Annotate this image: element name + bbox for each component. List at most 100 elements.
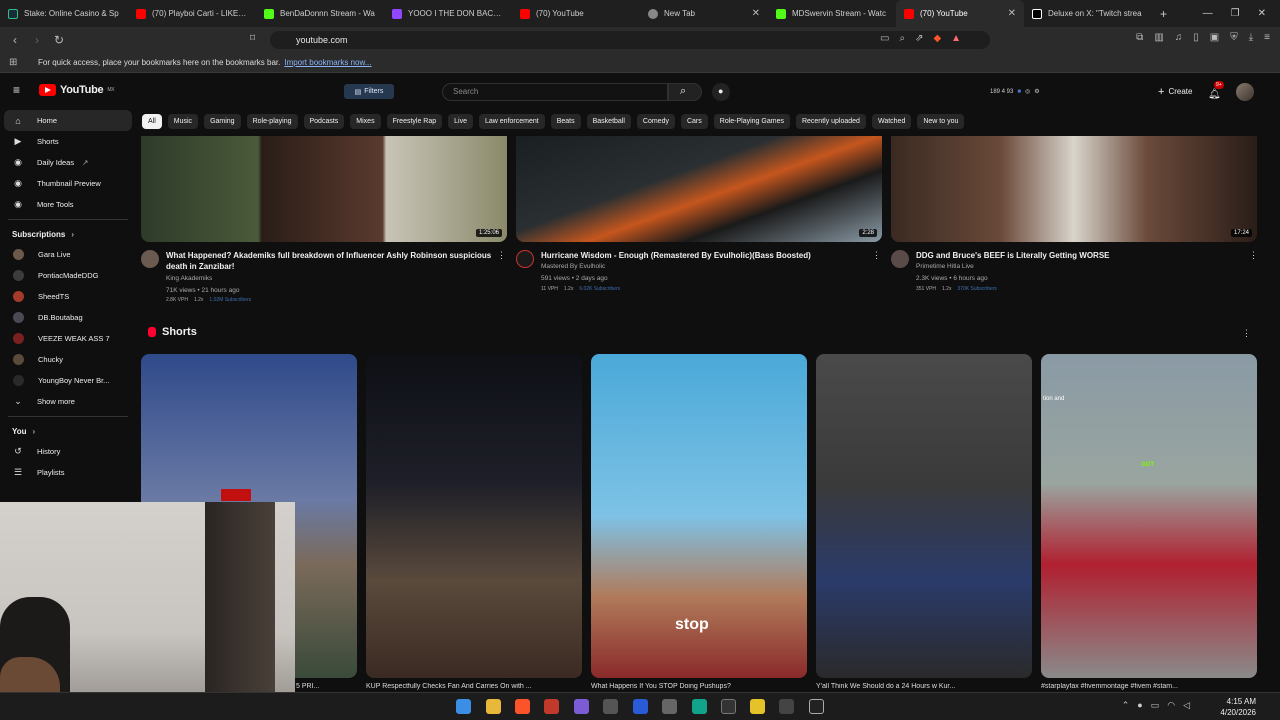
video-thumbnail[interactable]: 1:25:06 <box>141 136 507 242</box>
sidebar-subscription[interactable]: Gara Live <box>0 244 136 265</box>
sidebar-subscription[interactable]: DB.Boutabag <box>0 307 136 328</box>
account-avatar[interactable] <box>1236 83 1254 101</box>
browser-tab[interactable]: Deluxe on X: "Twitch strea <box>1024 0 1152 27</box>
short-title[interactable]: What Happens If You STOP Doing Pushups? <box>591 683 801 690</box>
chip[interactable]: Podcasts <box>303 114 345 129</box>
sidebar-item-history[interactable]: ↺ History <box>0 441 136 462</box>
more-options-icon[interactable]: ⋮ <box>497 250 506 261</box>
share-icon[interactable]: ⇗ <box>915 33 923 44</box>
channel-name[interactable]: Primetime Hitla Live <box>916 263 974 270</box>
chip[interactable]: Recently uploaded <box>795 114 866 129</box>
voice-search-button[interactable]: ● <box>712 83 730 101</box>
app-icon[interactable] <box>779 699 794 714</box>
sidebar-item-more-tools[interactable]: ◉ More Tools <box>0 194 136 215</box>
file-explorer-icon[interactable] <box>486 699 501 714</box>
chip[interactable]: Mixes <box>350 114 381 129</box>
app-icon[interactable] <box>633 699 648 714</box>
close-tab-icon[interactable]: ✕ <box>1008 8 1016 19</box>
chip[interactable]: New to you <box>917 114 965 129</box>
browser-tab[interactable]: (70) YouTube <box>512 0 640 27</box>
chip[interactable]: Law enforcement <box>479 114 545 129</box>
apps-icon[interactable]: ⊞ <box>9 57 17 68</box>
wallet-icon[interactable]: ▣ <box>1210 32 1219 43</box>
chip-all[interactable]: All <box>142 114 162 129</box>
brave-browser-icon[interactable] <box>515 699 530 714</box>
sidebar-show-more[interactable]: ⌄ Show more <box>0 391 136 412</box>
channel-avatar[interactable] <box>891 250 909 268</box>
sidebar-subscription[interactable]: PontiacMadeDDG <box>0 265 136 286</box>
browser-tab[interactable]: MDSwervin Stream - Watc <box>768 0 896 27</box>
brave-rewards-icon[interactable]: ▲ <box>951 33 961 44</box>
channel-avatar[interactable] <box>516 250 534 268</box>
warning-app-icon[interactable] <box>750 699 765 714</box>
bookmark-icon[interactable]: ⌑ <box>250 33 255 44</box>
display-icon[interactable]: ▭ <box>1151 700 1160 711</box>
ext-icon[interactable]: ◎ <box>1025 88 1030 95</box>
chip[interactable]: Comedy <box>636 114 675 129</box>
reload-icon[interactable]: ↻ <box>52 33 66 47</box>
channel-name[interactable]: Mastered By Evulholic <box>541 263 605 270</box>
video-title[interactable]: What Happened? Akademiks full breakdown … <box>166 250 491 272</box>
sidebar-subscription[interactable]: Chucky <box>0 349 136 370</box>
close-tab-icon[interactable]: ✕ <box>752 8 760 19</box>
video-thumbnail[interactable]: 2:28 <box>516 136 882 242</box>
volume-icon[interactable]: ◁ <box>1183 700 1190 711</box>
screen-icon[interactable]: ▭ <box>880 33 889 44</box>
app-icon[interactable] <box>574 699 589 714</box>
taskbar-clock[interactable]: 4:15 AM 4/20/2026 <box>1220 696 1256 718</box>
short-card[interactable] <box>816 354 1032 678</box>
app-icon[interactable] <box>692 699 707 714</box>
hamburger-menu-icon[interactable]: ≡ <box>13 83 20 97</box>
chip[interactable]: Beats <box>550 114 581 129</box>
channel-name[interactable]: King Akademiks <box>166 275 212 282</box>
sidebar-subscription[interactable]: YoungBoy Never Br... <box>0 370 136 391</box>
app-icon[interactable] <box>662 699 677 714</box>
browser-tab[interactable]: (70) Playboi Carti - LIKE W <box>128 0 256 27</box>
chip[interactable]: Music <box>167 114 199 129</box>
filters-button[interactable]: ▤ Filters <box>344 84 394 99</box>
chip[interactable]: Freestyle Rap <box>386 114 443 129</box>
more-options-icon[interactable]: ⋮ <box>1242 328 1251 339</box>
ext-icon[interactable]: ⚙ <box>1034 88 1039 95</box>
more-options-icon[interactable]: ⋮ <box>872 250 881 261</box>
sidebar-item-home[interactable]: ⌂ Home <box>4 110 132 131</box>
video-title[interactable]: Hurricane Wisdom - Enough (Remastered By… <box>541 250 811 261</box>
chip[interactable]: Role-playing <box>246 114 298 129</box>
short-title[interactable]: 5 PRI... <box>296 683 356 690</box>
sidebar-subscription[interactable]: VEEZE WEAK ASS 7 <box>0 328 136 349</box>
brave-shield-icon[interactable]: ◆ <box>933 33 941 44</box>
split-icon[interactable]: ▯ <box>1193 32 1199 43</box>
notifications-button[interactable]: 🔔︎ 9+ <box>1208 81 1224 100</box>
chip[interactable]: Live <box>448 114 473 129</box>
short-title[interactable]: Y'all Think We Should do a 24 Hours w Ku… <box>816 683 1026 690</box>
sidebar-item-thumbnail-preview[interactable]: ◉ Thumbnail Preview <box>0 173 136 194</box>
download-icon[interactable]: ⤓ <box>1249 32 1253 43</box>
browser-tab[interactable]: Stake: Online Casino & Sp <box>0 0 128 27</box>
you-header[interactable]: You › <box>0 421 136 441</box>
windows-start-icon[interactable] <box>456 699 471 714</box>
forward-icon[interactable]: › <box>30 33 44 47</box>
chip[interactable]: Watched <box>871 114 912 129</box>
short-title[interactable]: #starplayfax #fivemmontage #fivem #stam.… <box>1041 683 1251 690</box>
chip[interactable]: Cars <box>680 114 708 129</box>
search-input[interactable]: Search <box>442 83 668 101</box>
sidebar-item-shorts[interactable]: ▶ Shorts <box>0 131 136 152</box>
sidebar-item-playlists[interactable]: ☰ Playlists <box>0 462 136 483</box>
chip[interactable]: Gaming <box>204 114 241 129</box>
video-thumbnail[interactable]: 17:24 <box>891 136 1257 242</box>
wifi-icon[interactable]: ◠ <box>1167 700 1175 711</box>
sidebar-item-daily-ideas[interactable]: ◉ Daily Ideas ↗ <box>0 152 136 173</box>
create-button[interactable]: + Create <box>1150 83 1201 100</box>
close-window-icon[interactable]: ✕ <box>1258 8 1266 19</box>
ext-icon[interactable]: ■ <box>1017 89 1021 95</box>
short-title[interactable]: KUP Respectfully Checks Fan And Carries … <box>366 683 576 690</box>
short-card[interactable]: tion and GOT <box>1041 354 1257 678</box>
chip[interactable]: Role-Playing Games <box>713 114 790 129</box>
browser-tab-active[interactable]: (70) YouTube ✕ <box>896 0 1024 27</box>
menu-icon[interactable]: ≡ <box>1264 32 1270 43</box>
youtube-logo[interactable]: YouTube MX <box>39 84 115 96</box>
maximize-icon[interactable]: ❐ <box>1231 8 1240 19</box>
minimize-icon[interactable]: — <box>1203 8 1213 19</box>
short-card[interactable] <box>366 354 582 678</box>
sidebar-subscription[interactable]: SheedTS <box>0 286 136 307</box>
